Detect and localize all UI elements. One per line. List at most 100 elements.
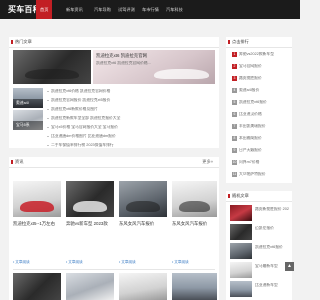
nav-home[interactable]: 首页 [36, 0, 53, 19]
hot-list-item[interactable]: 宝马x5价格 宝马官网报价大全 宝马报价 [47, 125, 215, 130]
news-card-title[interactable]: 东风女风汽车报价 [172, 221, 217, 227]
rank-number: 1 [232, 52, 237, 57]
latest-thumb[interactable] [230, 243, 252, 259]
rank-item[interactable]: 3 路虎揽胜报价 [232, 76, 288, 81]
rank-item[interactable]: 8 本田雅阁报价 [232, 136, 288, 141]
latest-item[interactable]: 路虎新揽胜报价 2023款路虎揽胜 [255, 207, 289, 212]
news-card-image[interactable] [172, 181, 217, 217]
car-image [154, 69, 209, 80]
rank-item[interactable]: 2 宝马官网报价 [232, 64, 288, 69]
rank-number: 6 [232, 112, 237, 117]
rank-item[interactable]: 10 问界m7价格 [232, 160, 288, 165]
rank-label[interactable]: 凯迪拉克xt6报价 [239, 100, 267, 104]
top-nav: 买车百科网 首页 新车资讯 汽车导购 试驾评测 车市行情 汽车科技 [0, 0, 300, 19]
news-card-title[interactable]: 东风女风汽车报价 [119, 221, 167, 227]
latest-title: 随机文章 [226, 191, 249, 201]
news-card-tag[interactable]: • 文章阅读 [172, 260, 189, 265]
thumb-2[interactable]: 宝马5系 [13, 110, 43, 130]
rank-item[interactable]: 6 比亚迪汉价格 [232, 112, 288, 117]
news-card-title[interactable]: 凯迪拉克xt5--1万左右 [13, 221, 61, 227]
thumb-caption: 宝马5系 [13, 121, 43, 130]
news-card-image[interactable] [13, 273, 61, 300]
thumb-caption: 奥迪a4l [13, 99, 43, 108]
rank-item[interactable]: 1 奔驰vs2022款新车型 [232, 52, 288, 57]
hot-articles-panel: 热门文章 凯迪拉克xt6 凯迪拉克官网 凯迪拉克xt6 凯迪拉克官网价格… 奥迪… [9, 37, 219, 148]
news-panel: 资讯 更多» 凯迪拉克xt5--1万左右 奔驰vs新车型 2023款 东风女风汽… [9, 157, 219, 300]
rank-label[interactable]: 丰田凯美瑞报价 [239, 124, 266, 128]
news-card-tag[interactable]: • 文章阅读 [13, 260, 30, 265]
nav-guide[interactable]: 汽车导购 [90, 0, 115, 19]
latest-thumb[interactable] [230, 205, 252, 221]
rank-item[interactable]: 7 丰田凯美瑞报价 [232, 124, 288, 129]
nav-market[interactable]: 车市行情 [138, 0, 163, 19]
news-more-link[interactable]: 更多» [202, 157, 213, 167]
hot-list-item[interactable]: 凯迪拉克新款车型全部 凯迪拉克报价大全 [47, 116, 215, 121]
news-title: 资讯 [9, 157, 23, 167]
rank-number: 10 [232, 160, 237, 165]
latest-thumb[interactable] [230, 224, 252, 240]
divider [9, 167, 219, 168]
news-card-title[interactable]: 奔驰vs新车型 2023款 [66, 221, 114, 227]
rank-label[interactable]: 日产天籁报价 [239, 148, 262, 152]
news-card-image[interactable] [66, 273, 114, 300]
rank-item[interactable]: 4 奥迪a4l报价 [232, 88, 288, 93]
news-card-tag[interactable]: • 文章阅读 [66, 260, 83, 265]
news-card-image[interactable] [13, 181, 61, 217]
feature-desc: 凯迪拉克xt6 凯迪拉克官网价格… [96, 61, 152, 65]
latest-item[interactable]: 迈凯伦报价 [255, 226, 289, 231]
latest-panel: 随机文章 路虎新揽胜报价 2023款路虎揽胜 迈凯伦报价 凯迪拉克xt6报价 宝… [226, 191, 292, 300]
news-card-image[interactable] [172, 273, 217, 300]
hot-list-item[interactable]: 凯迪拉克官网报价 凯迪拉克xt5报价 [47, 98, 215, 103]
back-to-top-button[interactable]: ▲ [285, 262, 294, 271]
nav-news[interactable]: 新车资讯 [62, 0, 87, 19]
rank-label[interactable]: 路虎揽胜报价 [239, 76, 262, 80]
rank-label[interactable]: 问界m7价格 [239, 160, 259, 164]
car-image [24, 69, 80, 80]
divider [226, 201, 292, 202]
hot-list-item[interactable]: 凯迪拉克xt6新款价格及图片 [47, 107, 215, 112]
car-image [73, 201, 107, 212]
rank-label[interactable]: 奥迪a4l报价 [239, 88, 259, 92]
rank-item[interactable]: 9 日产天籁报价 [232, 148, 288, 153]
rank-number: 9 [232, 148, 237, 153]
news-card-image[interactable] [66, 181, 114, 217]
thumb-1[interactable]: 奥迪a4l [13, 88, 43, 108]
rank-number: 8 [232, 136, 237, 141]
rank-title: 点击排行 [226, 37, 249, 47]
rank-number: 4 [232, 88, 237, 93]
rank-number: 11 [232, 172, 237, 177]
latest-thumb[interactable] [230, 281, 252, 297]
hot-list-item[interactable]: 比亚迪唐dm价格图片 比亚迪唐dm报价 [47, 134, 215, 139]
divider [226, 47, 292, 48]
latest-item[interactable]: 比亚迪新车型 [255, 283, 289, 288]
feature-thumbnail[interactable] [13, 50, 91, 84]
rank-number: 7 [232, 124, 237, 129]
car-image [20, 201, 54, 212]
feature-title[interactable]: 凯迪拉克xt6 凯迪拉克官网 [96, 53, 206, 59]
latest-thumb[interactable] [230, 262, 252, 278]
rank-label[interactable]: 本田雅阁报价 [239, 136, 262, 140]
news-card-tag[interactable]: • 文章阅读 [119, 260, 136, 265]
nav-review[interactable]: 试驾评测 [114, 0, 139, 19]
rank-number: 3 [232, 76, 237, 81]
news-card-image[interactable] [119, 273, 167, 300]
rank-label[interactable]: 比亚迪汉价格 [239, 112, 262, 116]
latest-item[interactable]: 凯迪拉克xt6报价 [255, 245, 289, 250]
divider [13, 269, 215, 270]
rank-label[interactable]: 奔驰vs2022款新车型 [239, 52, 274, 56]
hot-list-item[interactable]: 二手车保值率排行榜 2023保值车排行 [47, 143, 215, 148]
hot-list-item[interactable]: 凯迪拉克xt6价格 凯迪拉克官网价格 [47, 89, 215, 94]
latest-item[interactable]: 宝马最新车型 [255, 264, 289, 269]
divider [9, 47, 219, 48]
rank-label[interactable]: 大众帕萨特报价 [239, 172, 266, 176]
rank-panel: 点击排行 1 奔驰vs2022款新车型 2 宝马官网报价 3 路虎揽胜报价 4 奥迪a4… [226, 37, 292, 183]
rank-item[interactable]: 5 凯迪拉克xt6报价 [232, 100, 288, 105]
rank-item[interactable]: 11 大众帕萨特报价 [232, 172, 288, 177]
hot-title: 热门文章 [9, 37, 32, 47]
nav-tech[interactable]: 汽车科技 [162, 0, 187, 19]
rank-number: 5 [232, 100, 237, 105]
car-image [126, 201, 160, 212]
feature-banner[interactable]: 凯迪拉克xt6 凯迪拉克官网 凯迪拉克xt6 凯迪拉克官网价格… [93, 50, 215, 84]
rank-label[interactable]: 宝马官网报价 [239, 64, 262, 68]
news-card-image[interactable] [119, 181, 167, 217]
